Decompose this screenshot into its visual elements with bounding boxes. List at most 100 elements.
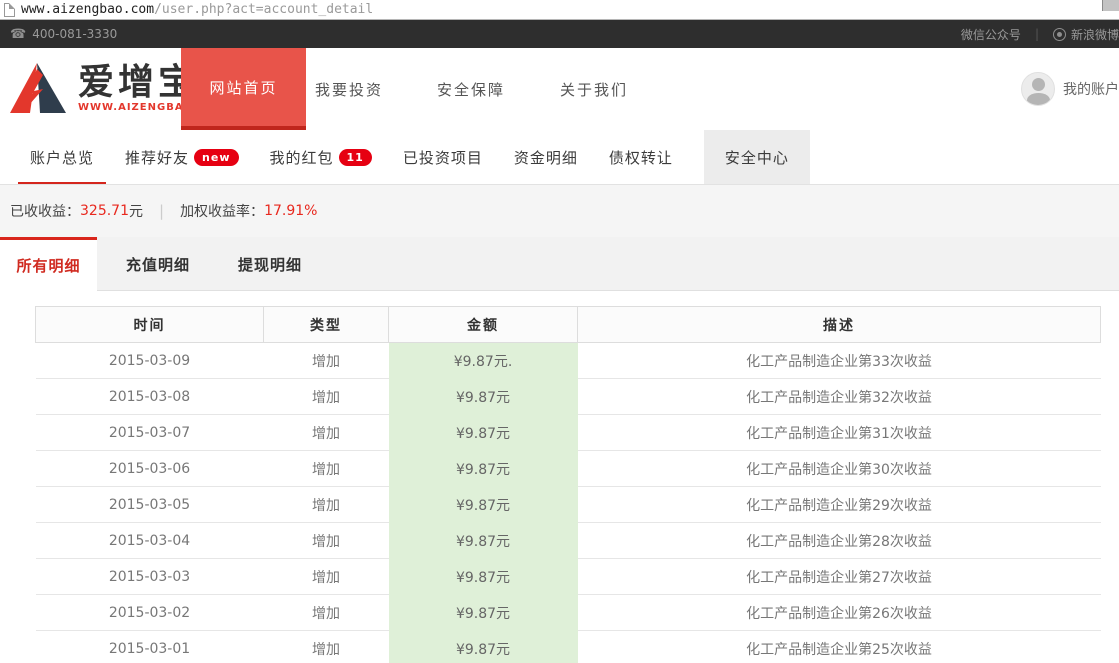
cell-type: 增加 — [264, 487, 389, 523]
tab-label: 已投资项目 — [403, 147, 483, 168]
cell-type: 增加 — [264, 379, 389, 415]
detail-sub-tabs: 所有明细 充值明细 提现明细 — [0, 237, 1119, 291]
cell-amount: ¥9.87元 — [389, 595, 578, 631]
cell-description: 化工产品制造企业第25次收益 — [578, 631, 1101, 663]
col-header-type: 类型 — [264, 307, 389, 343]
cell-time: 2015-03-04 — [36, 523, 264, 559]
table-header-row: 时间 类型 金额 描述 — [36, 307, 1101, 343]
tab-my-redpacket[interactable]: 我的红包 11 — [270, 130, 372, 184]
logo-mark-icon — [10, 62, 68, 114]
avatar — [1021, 72, 1055, 106]
earned-unit: 元 — [129, 201, 143, 221]
topbar-right: 微信公众号 | 新浪微博 — [961, 26, 1119, 43]
cell-type: 增加 — [264, 523, 389, 559]
subtab-recharge-details[interactable]: 充值明细 — [111, 237, 205, 291]
nav-item-about[interactable]: 关于我们 — [560, 48, 628, 130]
tab-label: 债权转让 — [609, 147, 673, 168]
table-row: 2015-03-02 增加 ¥9.87元 化工产品制造企业第26次收益 — [36, 595, 1101, 631]
new-badge: new — [194, 149, 238, 166]
tab-label: 账户总览 — [30, 147, 94, 168]
scrollbar[interactable] — [1102, 0, 1119, 11]
cell-description: 化工产品制造企业第29次收益 — [578, 487, 1101, 523]
tab-account-overview[interactable]: 账户总览 — [30, 130, 94, 184]
cell-time: 2015-03-01 — [36, 631, 264, 663]
cell-description: 化工产品制造企业第26次收益 — [578, 595, 1101, 631]
tab-label: 资金明细 — [514, 147, 578, 168]
nav-item-home[interactable]: 网站首页 — [181, 48, 306, 130]
rate-value: 17.91% — [264, 203, 317, 219]
table-row: 2015-03-07 增加 ¥9.87元 化工产品制造企业第31次收益 — [36, 415, 1101, 451]
count-badge: 11 — [339, 149, 372, 166]
cell-time: 2015-03-08 — [36, 379, 264, 415]
account-tab-bar: 账户总览 推荐好友 new 我的红包 11 已投资项目 资金明细 债权转让 安全… — [0, 130, 1119, 185]
my-account-label: 我的账户 — [1063, 79, 1119, 99]
table-row: 2015-03-06 增加 ¥9.87元 化工产品制造企业第30次收益 — [36, 451, 1101, 487]
cell-description: 化工产品制造企业第32次收益 — [578, 379, 1101, 415]
cell-amount: ¥9.87元 — [389, 379, 578, 415]
tab-label: 我的红包 — [270, 147, 334, 168]
cell-type: 增加 — [264, 559, 389, 595]
cell-amount: ¥9.87元 — [389, 631, 578, 663]
col-header-time: 时间 — [36, 307, 264, 343]
table-row: 2015-03-03 增加 ¥9.87元 化工产品制造企业第27次收益 — [36, 559, 1101, 595]
weibo-link[interactable]: 新浪微博 — [1071, 26, 1119, 43]
col-header-description: 描述 — [578, 307, 1101, 343]
subtab-all-details[interactable]: 所有明细 — [0, 237, 97, 291]
tab-fund-detail[interactable]: 资金明细 — [514, 130, 578, 184]
wechat-link[interactable]: 微信公众号 — [961, 26, 1021, 43]
subtab-withdraw-details[interactable]: 提现明细 — [223, 237, 317, 291]
cell-amount: ¥9.87元 — [389, 415, 578, 451]
cell-description: 化工产品制造企业第30次收益 — [578, 451, 1101, 487]
table-row: 2015-03-09 增加 ¥9.87元. 化工产品制造企业第33次收益 — [36, 343, 1101, 379]
cell-amount: ¥9.87元 — [389, 487, 578, 523]
service-phone: 400-081-3330 — [32, 27, 117, 41]
phone-icon: ☎ — [10, 27, 26, 42]
cell-description: 化工产品制造企业第31次收益 — [578, 415, 1101, 451]
earned-label: 已收收益： — [10, 201, 80, 221]
transactions-table: 时间 类型 金额 描述 2015-03-09 增加 ¥9.87元. 化工产品制造… — [35, 306, 1101, 663]
table-row: 2015-03-05 增加 ¥9.87元 化工产品制造企业第29次收益 — [36, 487, 1101, 523]
cell-type: 增加 — [264, 451, 389, 487]
site-header: 爱增宝 WWW.AIZENGBAO.COM 网站首页 我要投资 安全保障 关于我… — [0, 48, 1119, 130]
weibo-icon — [1053, 28, 1066, 41]
cell-time: 2015-03-03 — [36, 559, 264, 595]
cell-description: 化工产品制造企业第27次收益 — [578, 559, 1101, 595]
earned-value: 325.71 — [80, 203, 129, 219]
cell-type: 增加 — [264, 595, 389, 631]
cell-type: 增加 — [264, 631, 389, 663]
cell-type: 增加 — [264, 415, 389, 451]
url-text[interactable]: www.aizengbao.com/user.php?act=account_d… — [21, 2, 373, 17]
cell-time: 2015-03-06 — [36, 451, 264, 487]
nav-item-security[interactable]: 安全保障 — [437, 48, 505, 130]
col-header-amount: 金额 — [389, 307, 578, 343]
url-domain: www.aizengbao.com — [21, 2, 154, 17]
stats-separator: | — [159, 202, 164, 220]
earnings-summary: 已收收益： 325.71 元 | 加权收益率： 17.91% — [0, 185, 1119, 237]
cell-description: 化工产品制造企业第33次收益 — [578, 343, 1101, 379]
topbar-separator: | — [1035, 27, 1039, 41]
top-bar: ☎ 400-081-3330 微信公众号 | 新浪微博 — [0, 20, 1119, 48]
page-icon — [4, 3, 15, 17]
tab-label: 推荐好友 — [125, 147, 189, 168]
my-account[interactable]: 我的账户 — [1021, 48, 1119, 130]
browser-url-bar: www.aizengbao.com/user.php?act=account_d… — [0, 0, 1119, 20]
cell-description: 化工产品制造企业第28次收益 — [578, 523, 1101, 559]
tab-invested-projects[interactable]: 已投资项目 — [403, 130, 483, 184]
table-row: 2015-03-04 增加 ¥9.87元 化工产品制造企业第28次收益 — [36, 523, 1101, 559]
cell-type: 增加 — [264, 343, 389, 379]
cell-amount: ¥9.87元. — [389, 343, 578, 379]
tab-recommend-friends[interactable]: 推荐好友 new — [125, 130, 238, 184]
nav-item-invest[interactable]: 我要投资 — [315, 48, 383, 130]
cell-time: 2015-03-07 — [36, 415, 264, 451]
table-row: 2015-03-01 增加 ¥9.87元 化工产品制造企业第25次收益 — [36, 631, 1101, 663]
cell-amount: ¥9.87元 — [389, 523, 578, 559]
url-path: /user.php?act=account_detail — [154, 2, 373, 17]
table-row: 2015-03-08 增加 ¥9.87元 化工产品制造企业第32次收益 — [36, 379, 1101, 415]
rate-label: 加权收益率： — [180, 201, 264, 221]
detail-content: 时间 类型 金额 描述 2015-03-09 增加 ¥9.87元. 化工产品制造… — [0, 291, 1119, 663]
cell-time: 2015-03-02 — [36, 595, 264, 631]
tab-security-center[interactable]: 安全中心 — [704, 130, 810, 184]
cell-amount: ¥9.87元 — [389, 559, 578, 595]
cell-amount: ¥9.87元 — [389, 451, 578, 487]
tab-debt-transfer[interactable]: 债权转让 — [609, 130, 673, 184]
